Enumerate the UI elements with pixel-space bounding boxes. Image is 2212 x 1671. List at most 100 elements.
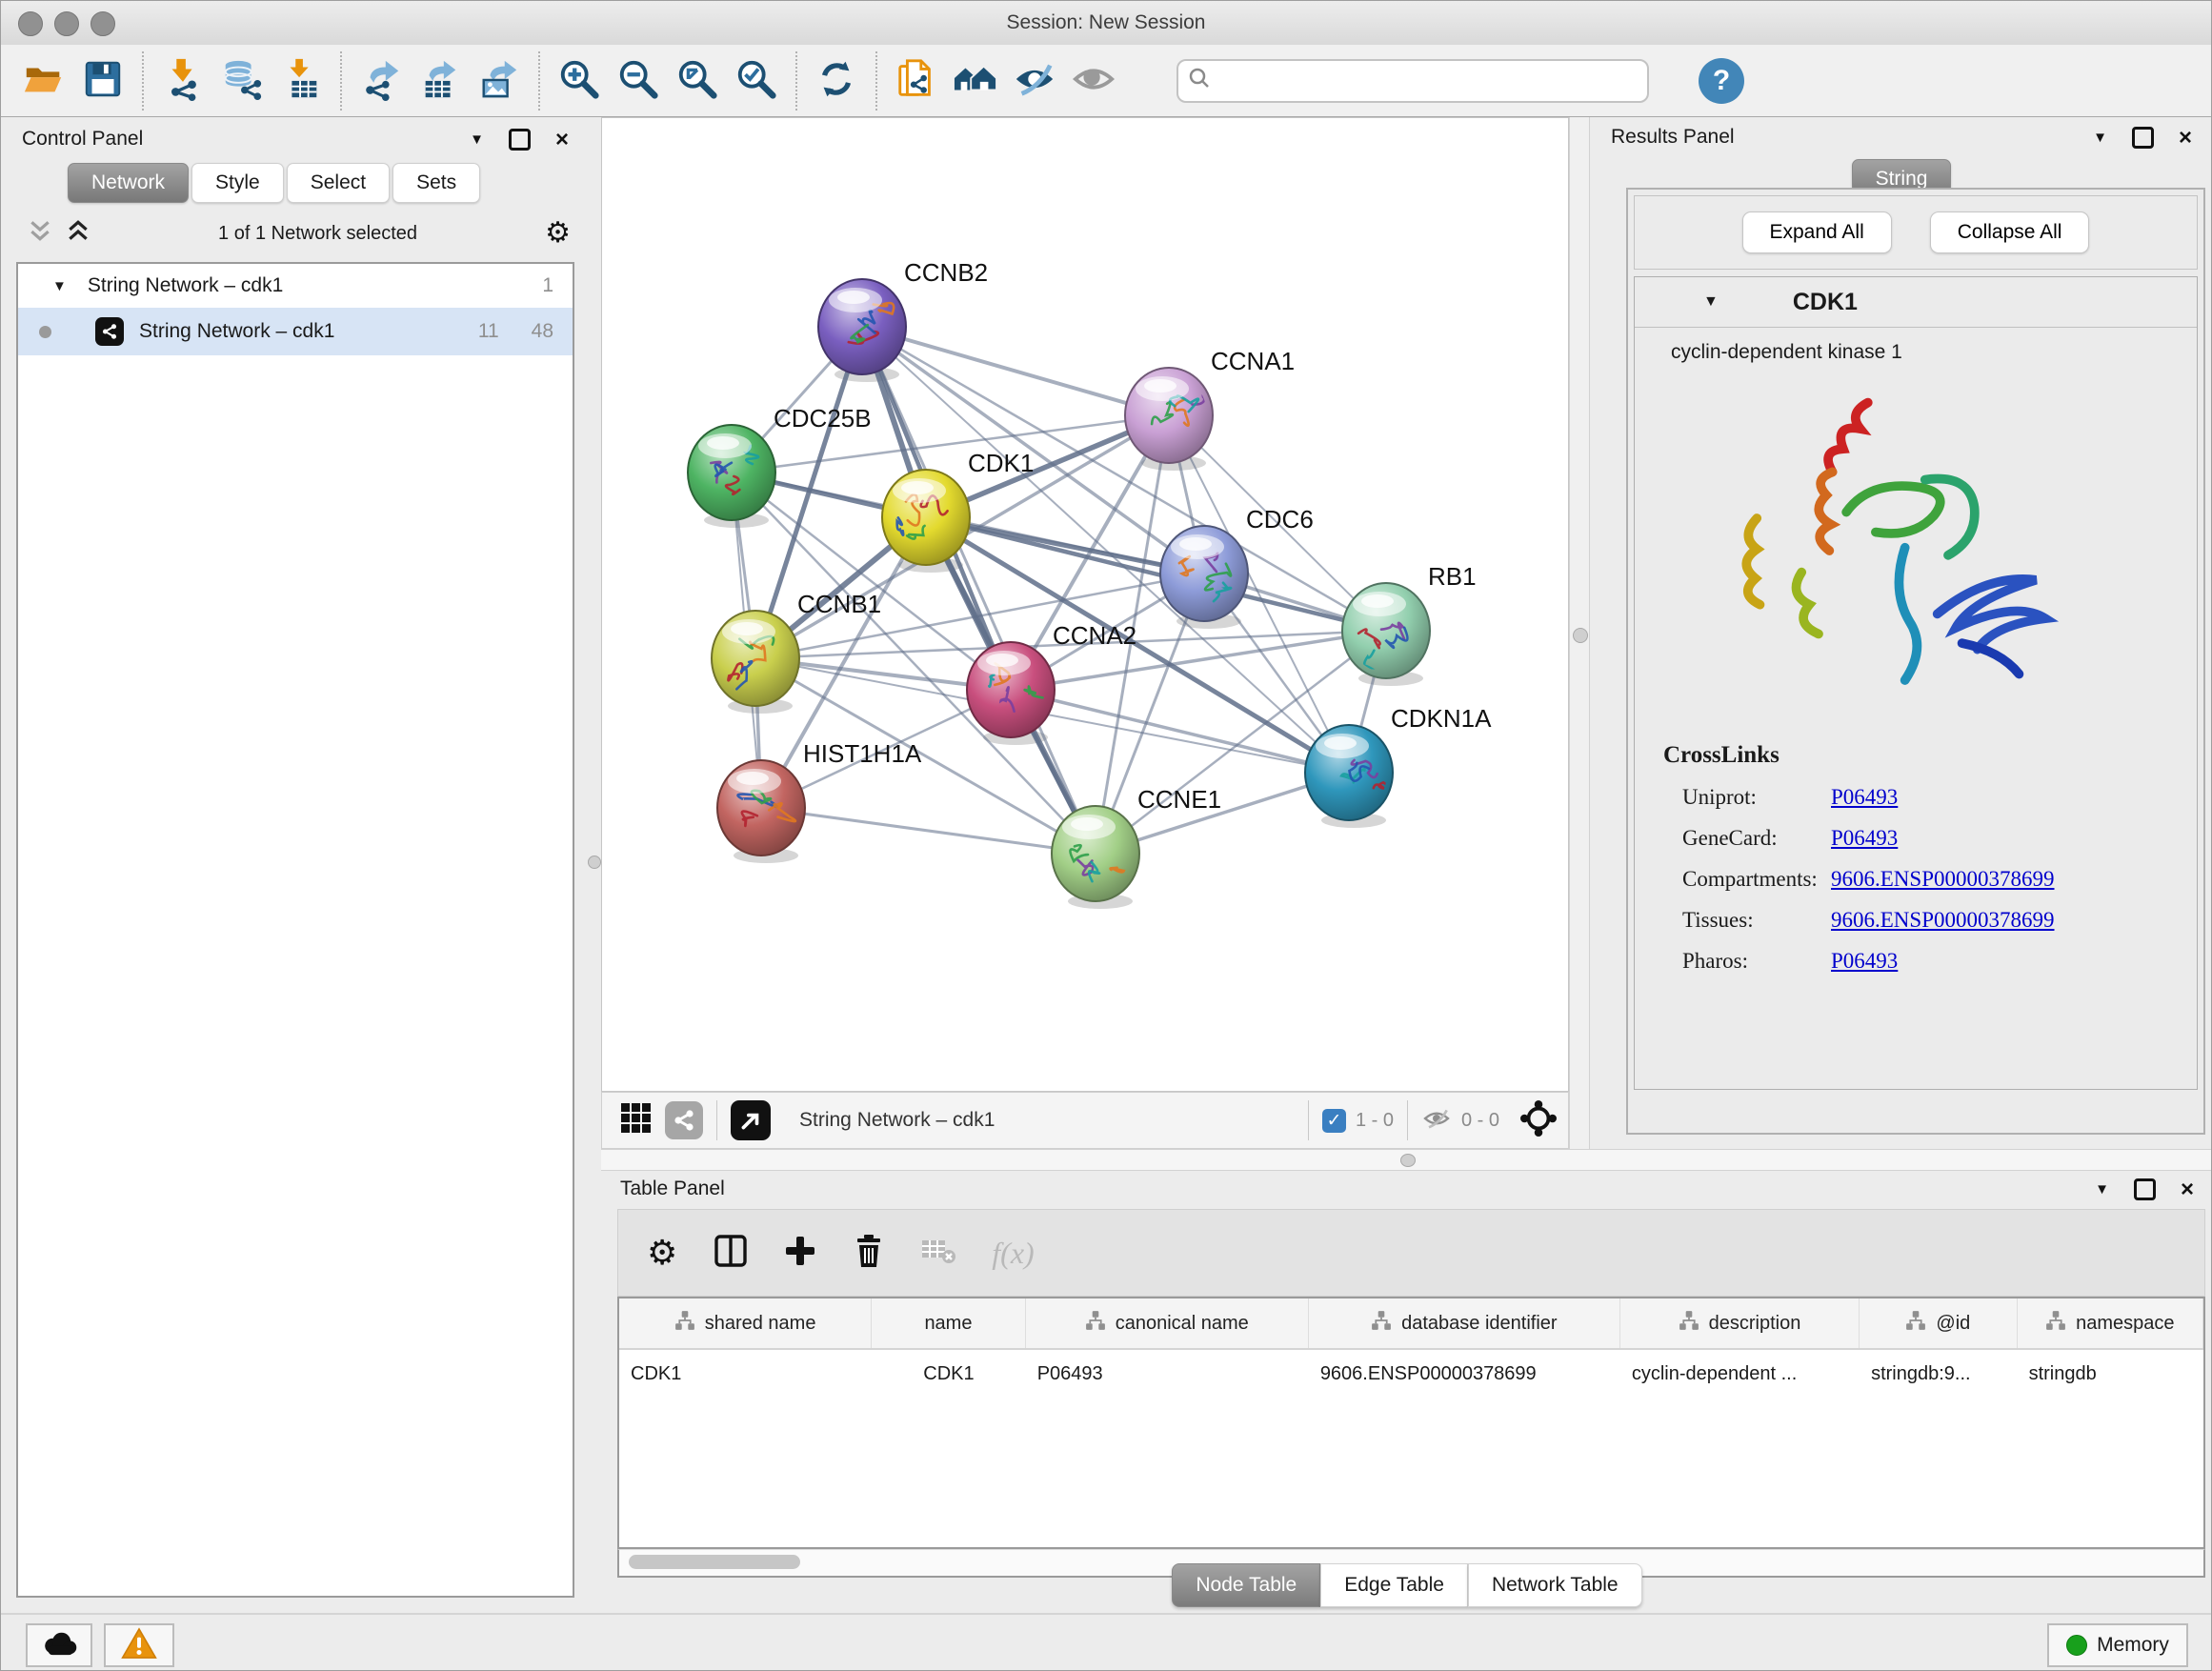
column-header-shared-name[interactable]: shared name	[619, 1299, 872, 1348]
network-row-selected[interactable]: String Network – cdk1 11 48	[18, 308, 573, 355]
first-neighbors-button[interactable]	[946, 51, 1005, 111]
table-panel-title: Table Panel	[620, 1178, 725, 1200]
table-cell[interactable]: cyclin-dependent ...	[1620, 1350, 1860, 1398]
detach-view-icon[interactable]	[731, 1100, 771, 1140]
tab-network-table[interactable]: Network Table	[1468, 1563, 1642, 1607]
crosslink-value-link[interactable]: P06493	[1831, 826, 1898, 851]
network-node-hist1h1a[interactable]	[717, 760, 805, 856]
hidden-items-eye-icon[interactable]	[1421, 1103, 1452, 1138]
tab-node-table[interactable]: Node Table	[1172, 1563, 1320, 1607]
add-column-icon[interactable]	[784, 1235, 816, 1272]
table-cell[interactable]: 9606.ENSP00000378699	[1309, 1350, 1620, 1398]
control-panel-float-button[interactable]	[509, 129, 531, 151]
import-table-file-button[interactable]	[271, 51, 331, 111]
selected-items-checkbox[interactable]: ✓	[1322, 1109, 1346, 1133]
tab-select[interactable]: Select	[287, 163, 390, 203]
help-button[interactable]: ?	[1699, 58, 1744, 104]
hide-graphics-details-button[interactable]	[1005, 51, 1064, 111]
table-cell[interactable]: CDK1	[619, 1350, 872, 1398]
network-node-ccnb2[interactable]	[818, 279, 906, 374]
network-edge[interactable]	[862, 327, 1169, 415]
column-header-description[interactable]: description	[1620, 1299, 1860, 1348]
cloud-status-button[interactable]	[26, 1623, 92, 1667]
export-image-button[interactable]	[470, 51, 529, 111]
network-options-gear-icon[interactable]: ⚙	[545, 219, 571, 248]
grid-view-icon[interactable]	[619, 1101, 654, 1140]
birds-eye-view-icon[interactable]	[1520, 1100, 1557, 1141]
column-header-canonical-name[interactable]: canonical name	[1026, 1299, 1309, 1348]
network-node-ccnb1[interactable]	[712, 611, 799, 706]
crosslink-value-link[interactable]: 9606.ENSP00000378699	[1831, 867, 2055, 892]
network-graph[interactable]: CCNB2CCNA1CDC25BCDK1CDC6RB1CCNB1CCNA2CDK…	[602, 118, 1568, 1091]
show-graphics-details-button[interactable]	[1064, 51, 1123, 111]
expand-all-button[interactable]: Expand All	[1742, 211, 1892, 253]
zoom-selected-button[interactable]	[727, 51, 786, 111]
tab-edge-table[interactable]: Edge Table	[1320, 1563, 1468, 1607]
show-columns-icon[interactable]	[714, 1234, 748, 1273]
import-network-file-button[interactable]	[153, 51, 212, 111]
network-share-view-icon[interactable]	[665, 1101, 703, 1139]
horizontal-splitter[interactable]	[601, 1149, 2212, 1171]
crosslink-value-link[interactable]: P06493	[1831, 949, 1898, 974]
network-node-cdc25b[interactable]	[688, 425, 775, 520]
network-node-ccna1[interactable]	[1125, 368, 1215, 463]
network-node-cdc6[interactable]	[1160, 526, 1248, 621]
collapse-all-networks-icon[interactable]	[28, 218, 52, 249]
save-session-button[interactable]	[73, 51, 132, 111]
export-table-button[interactable]	[411, 51, 470, 111]
table-panel-float-button[interactable]	[2134, 1178, 2156, 1200]
network-node-rb1[interactable]	[1342, 583, 1430, 678]
delete-table-icon	[921, 1237, 955, 1270]
clone-network-button[interactable]	[887, 51, 946, 111]
crosslink-row: GeneCard:P06493	[1663, 826, 2197, 851]
control-panel-menu-button[interactable]: ▼	[470, 131, 484, 148]
network-edge[interactable]	[761, 808, 1096, 854]
column-header-@id[interactable]: @id	[1860, 1299, 2018, 1348]
network-collection-row[interactable]: ▼ String Network – cdk1 1	[18, 264, 573, 308]
memory-button[interactable]: Memory	[2047, 1623, 2188, 1667]
results-panel-menu-button[interactable]: ▼	[2093, 130, 2107, 146]
table-cell[interactable]: stringdb	[2018, 1350, 2203, 1398]
tab-style[interactable]: Style	[191, 163, 284, 203]
zoom-fit-button[interactable]	[668, 51, 727, 111]
results-panel-close-button[interactable]: ×	[2179, 130, 2192, 146]
collapse-all-button[interactable]: Collapse All	[1930, 211, 2090, 253]
node-details-header[interactable]: ▼ CDK1	[1635, 277, 2197, 328]
expand-all-networks-icon[interactable]	[66, 218, 90, 249]
right-splitter[interactable]	[1569, 117, 1590, 1149]
crosslink-value-link[interactable]: 9606.ENSP00000378699	[1831, 908, 2055, 933]
control-panel-close-button[interactable]: ×	[555, 131, 569, 148]
open-session-button[interactable]	[14, 51, 73, 111]
column-header-database-identifier[interactable]: database identifier	[1309, 1299, 1620, 1348]
column-header-namespace[interactable]: namespace	[2018, 1299, 2203, 1348]
collection-expander-icon[interactable]: ▼	[52, 278, 67, 294]
column-header-name[interactable]: name	[872, 1299, 1026, 1348]
tab-network[interactable]: Network	[68, 163, 189, 203]
table-cell[interactable]: CDK1	[872, 1350, 1026, 1398]
network-node-ccna2[interactable]	[967, 642, 1055, 737]
search-input[interactable]	[1218, 69, 1638, 92]
table-cell[interactable]: P06493	[1026, 1350, 1309, 1398]
tab-sets[interactable]: Sets	[392, 163, 480, 203]
import-network-database-button[interactable]	[212, 51, 271, 111]
table-cell[interactable]: stringdb:9...	[1860, 1350, 2018, 1398]
network-canvas[interactable]: CCNB2CCNA1CDC25BCDK1CDC6RB1CCNB1CCNA2CDK…	[601, 117, 1569, 1092]
zoom-out-button[interactable]	[609, 51, 668, 111]
zoom-in-button[interactable]	[550, 51, 609, 111]
table-panel-close-button[interactable]: ×	[2181, 1181, 2194, 1198]
delete-column-icon[interactable]	[853, 1234, 885, 1273]
table-row[interactable]: CDK1CDK1P064939606.ENSP00000378699cyclin…	[619, 1350, 2203, 1398]
network-edge[interactable]	[862, 327, 1096, 854]
warning-status-button[interactable]	[104, 1623, 174, 1667]
left-splitter[interactable]	[590, 117, 601, 1613]
section-expander-icon[interactable]: ▼	[1703, 293, 1719, 311]
network-node-cdk1[interactable]	[882, 470, 970, 565]
network-node-cdkn1a[interactable]	[1305, 725, 1393, 820]
table-panel-menu-button[interactable]: ▼	[2095, 1181, 2109, 1198]
table-options-gear-icon[interactable]: ⚙	[647, 1238, 677, 1267]
refresh-view-button[interactable]	[807, 51, 866, 111]
crosslink-value-link[interactable]: P06493	[1831, 785, 1898, 810]
results-panel-float-button[interactable]	[2132, 127, 2154, 149]
export-network-button[interactable]	[352, 51, 411, 111]
network-node-ccne1[interactable]	[1052, 806, 1139, 901]
